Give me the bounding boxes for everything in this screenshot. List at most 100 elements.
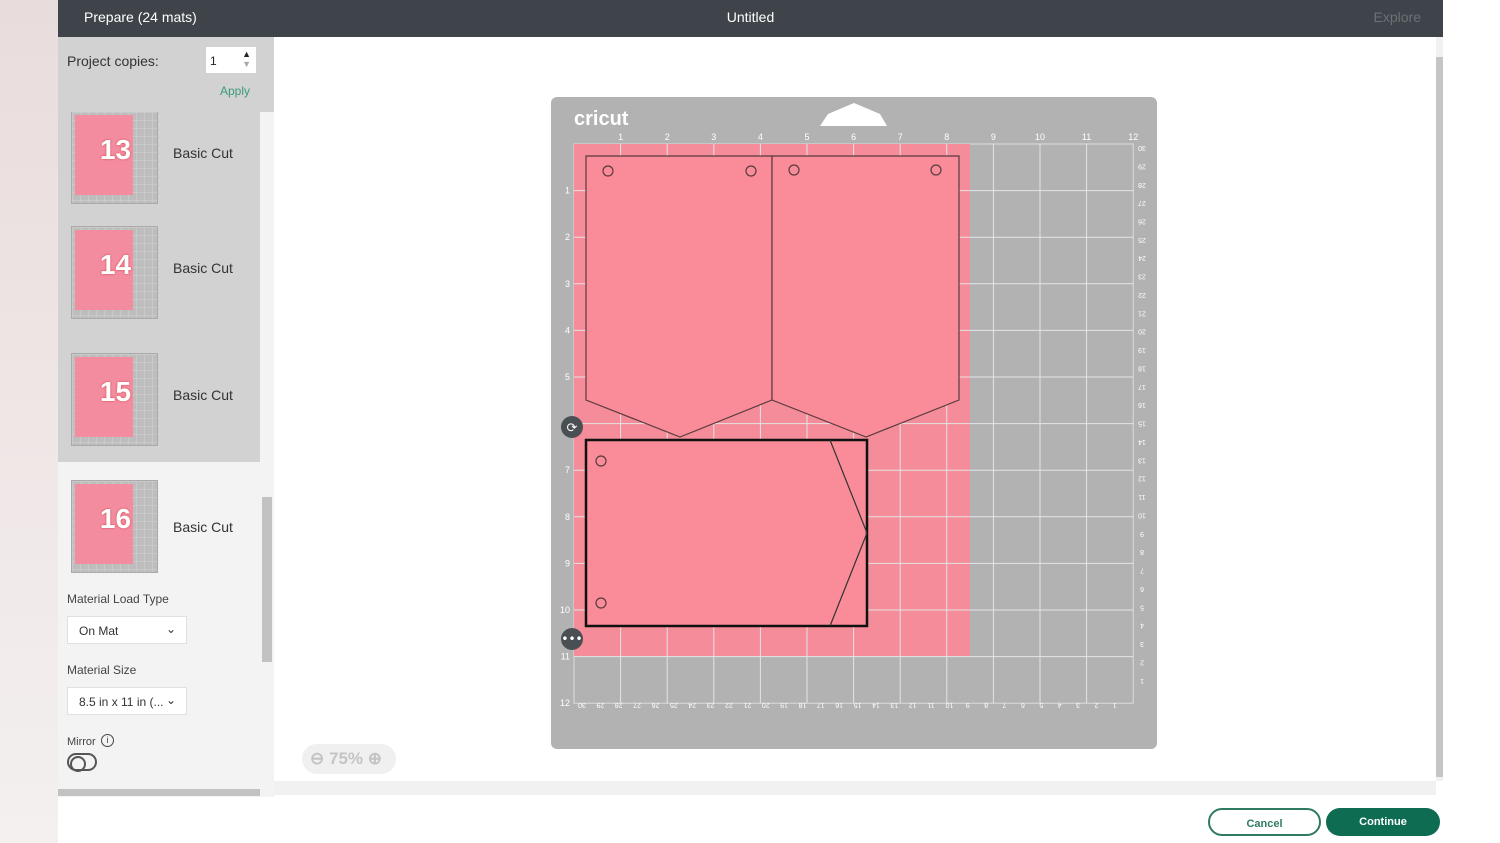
rotate-handle[interactable]: ⟳: [561, 416, 583, 438]
vertical-scrollbar[interactable]: [1436, 37, 1443, 781]
ruler-tick-top: 8: [944, 132, 949, 142]
cm-tick-bottom: 29: [596, 701, 604, 708]
cm-tick-bottom: 11: [927, 701, 934, 708]
cm-tick-right: 20: [1138, 328, 1146, 335]
cm-tick-bottom: 9: [966, 701, 970, 708]
cm-tick-bottom: 16: [835, 701, 843, 708]
ruler-tick-top: 9: [991, 132, 996, 142]
cm-tick-right: 10: [1138, 511, 1146, 518]
cm-tick-bottom: 22: [725, 701, 733, 708]
cancel-button[interactable]: Cancel: [1208, 808, 1321, 836]
cm-tick-bottom: 2: [1094, 701, 1098, 708]
cm-tick-right: 24: [1138, 254, 1146, 261]
ruler-tick-left: 4: [565, 325, 570, 335]
pocket-shape-left[interactable]: [585, 155, 773, 438]
cm-tick-right: 14: [1138, 438, 1146, 445]
ruler-tick-top: 7: [898, 132, 903, 142]
cm-tick-bottom: 14: [872, 701, 880, 708]
more-icon: •••: [561, 632, 582, 646]
cm-tick-right: 27: [1138, 199, 1146, 206]
cm-tick-bottom: 8: [984, 701, 988, 708]
cm-tick-bottom: 18: [798, 701, 806, 708]
cm-tick-right: 17: [1138, 383, 1146, 390]
cm-tick-right: 6: [1140, 585, 1144, 592]
cm-tick-right: 13: [1138, 456, 1146, 463]
cm-tick-right: 12: [1138, 475, 1146, 482]
cm-tick-bottom: 13: [890, 701, 898, 708]
cm-tick-right: 29: [1138, 162, 1146, 169]
more-options-handle[interactable]: •••: [561, 628, 583, 650]
cm-tick-right: 8: [1140, 548, 1144, 555]
ruler-tick-left: 3: [565, 279, 570, 289]
zoom-out-icon[interactable]: ⊖: [310, 749, 324, 768]
cm-tick-right: 9: [1140, 530, 1144, 537]
mat-notch: [820, 103, 887, 126]
cm-tick-right: 23: [1138, 273, 1146, 280]
cm-tick-right: 26: [1138, 217, 1146, 224]
ruler-tick-top: 4: [758, 132, 763, 142]
horizontal-scrollbar[interactable]: [274, 781, 1436, 795]
ruler-tick-left: 1: [565, 186, 570, 196]
cm-tick-bottom: 27: [633, 701, 641, 708]
cm-tick-bottom: 17: [817, 701, 825, 708]
ruler-tick-top: 2: [665, 132, 670, 142]
selected-shape[interactable]: [584, 438, 869, 628]
cm-tick-bottom: 12: [909, 701, 917, 708]
cm-tick-bottom: 20: [762, 701, 770, 708]
ruler-tick-top: 1: [618, 132, 623, 142]
ruler-tick-top: 10: [1035, 132, 1045, 142]
cm-tick-right: 19: [1138, 346, 1146, 353]
cm-tick-right: 3: [1140, 640, 1144, 647]
ruler-tick-top: 3: [711, 132, 716, 142]
cm-tick-bottom: 28: [615, 701, 623, 708]
cm-tick-right: 16: [1138, 401, 1146, 408]
zoom-control: ⊖ 75% ⊕: [302, 744, 396, 774]
cm-tick-bottom: 15: [854, 701, 862, 708]
cm-tick-right: 11: [1138, 493, 1145, 500]
cm-tick-bottom: 10: [945, 701, 953, 708]
continue-button[interactable]: Continue: [1326, 808, 1440, 836]
ruler-tick-left: 7: [565, 465, 570, 475]
cm-tick-bottom: 4: [1058, 701, 1062, 708]
ruler-tick-left: 9: [565, 558, 570, 568]
cm-tick-bottom: 7: [1003, 701, 1007, 708]
rotate-icon: ⟳: [567, 421, 578, 436]
cm-tick-bottom: 5: [1039, 701, 1043, 708]
cm-tick-right: 28: [1138, 181, 1146, 188]
cm-tick-right: 1: [1140, 677, 1144, 684]
cm-tick-bottom: 23: [707, 701, 715, 708]
ruler-tick-left: 11: [561, 652, 570, 662]
cm-tick-right: 22: [1138, 291, 1146, 298]
cm-tick-right: 25: [1138, 236, 1146, 243]
cm-tick-bottom: 19: [780, 701, 788, 708]
cm-tick-right: 15: [1138, 420, 1146, 427]
ruler-tick-top: 6: [851, 132, 856, 142]
cm-tick-right: 18: [1138, 364, 1146, 371]
cm-tick-bottom: 1: [1113, 701, 1117, 708]
cm-tick-right: 5: [1140, 603, 1144, 610]
ruler-tick-top: 11: [1082, 132, 1091, 142]
cm-tick-bottom: 3: [1076, 701, 1080, 708]
ruler-tick-top: 12: [1128, 132, 1138, 142]
zoom-in-icon[interactable]: ⊕: [368, 749, 382, 768]
ruler-tick-left: 2: [565, 232, 570, 242]
cm-tick-right: 2: [1140, 658, 1144, 665]
cm-tick-bottom: 26: [651, 701, 659, 708]
ruler-tick-left: 8: [565, 512, 570, 522]
ruler-tick-top: 5: [804, 132, 809, 142]
mat-canvas: cricut 123456789101112123456789101112303…: [560, 103, 1146, 708]
cm-tick-right: 7: [1140, 567, 1144, 574]
ruler-tick-left: 5: [565, 372, 570, 382]
cm-tick-bottom: 21: [743, 701, 751, 708]
zoom-level: 75%: [328, 749, 364, 768]
ruler-tick-left: 12: [560, 698, 570, 708]
cm-tick-bottom: 30: [578, 701, 586, 708]
cm-tick-bottom: 24: [688, 701, 696, 708]
cm-tick-right: 4: [1140, 622, 1144, 629]
pocket-shape-right[interactable]: [771, 155, 960, 438]
cm-tick-bottom: 25: [670, 701, 678, 708]
cm-tick-right: 21: [1138, 309, 1146, 316]
cm-tick-bottom: 6: [1021, 701, 1025, 708]
cm-tick-right: 30: [1138, 144, 1146, 151]
ruler-tick-left: 10: [560, 605, 570, 615]
